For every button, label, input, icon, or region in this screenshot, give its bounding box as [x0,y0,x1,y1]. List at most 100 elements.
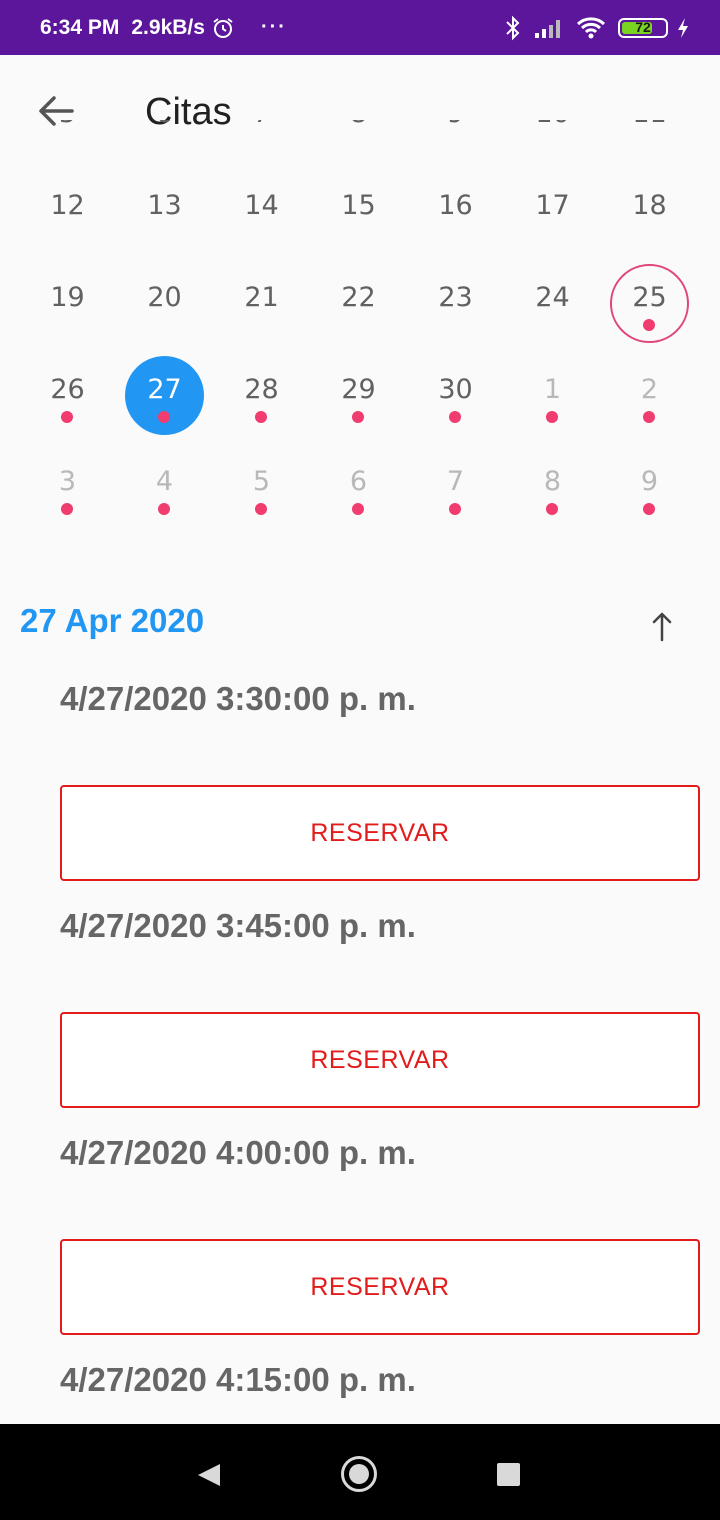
calendar-day-number: 23 [438,282,473,313]
calendar-day-number: 20 [147,282,182,313]
calendar-day[interactable]: 14 [213,166,310,258]
calendar-day[interactable]: 5 [19,120,116,166]
calendar-day[interactable]: 20 [116,258,213,350]
calendar-day-number: 7 [213,120,310,129]
calendar-day[interactable]: 11 [601,120,698,166]
event-dot [255,411,267,423]
calendar-day-number: 16 [438,190,473,221]
calendar-day-number: 29 [341,374,376,405]
nav-recents-icon[interactable] [497,1463,520,1486]
calendar-day[interactable]: 6 [310,442,407,534]
calendar-day[interactable]: 12 [19,166,116,258]
calendar-day[interactable]: 7 [407,442,504,534]
calendar-day-number: 28 [244,374,279,405]
status-bar: 6:34 PM 2.9kB/s ··· 72 [0,0,720,55]
nav-back-icon[interactable] [196,1462,222,1488]
calendar-day[interactable]: 15 [310,166,407,258]
calendar-day-number: 5 [19,120,116,129]
arrow-upward-icon[interactable] [645,606,679,646]
calendar-week: 567891011 [19,120,699,166]
battery-level: 72 [635,18,651,35]
calendar-day[interactable]: 9 [601,442,698,534]
calendar-week: 19 20 21 22 23 24 25 [19,258,699,350]
reserve-button[interactable]: RESERVAR [60,1012,700,1108]
wifi-icon [576,16,606,40]
alarm-icon [211,16,235,40]
calendar-day[interactable]: 5 [213,442,310,534]
calendar-day-number: 19 [50,282,85,313]
calendar-week: 12 13 14 15 16 17 18 [19,166,699,258]
calendar-day[interactable]: 26 [19,350,116,442]
reserve-button[interactable]: RESERVAR [60,1239,700,1335]
status-network-speed: 2.9kB/s [131,15,205,39]
calendar-day-number: 8 [543,466,562,497]
event-dot [352,411,364,423]
calendar-day[interactable]: 6 [116,120,213,166]
slot-time: 4/27/2020 3:30:00 p. m. [60,680,416,717]
system-nav-bar [0,1424,720,1520]
event-dot [255,503,267,515]
calendar-week: 26 27 28 29 30 1 2 [19,350,699,442]
event-dot [643,411,655,423]
calendar-day[interactable]: 23 [407,258,504,350]
reserve-button[interactable]: RESERVAR [60,785,700,881]
calendar-day[interactable]: 16 [407,166,504,258]
slot-time: 4/27/2020 4:00:00 p. m. [60,1134,416,1171]
calendar-day-number: 3 [58,466,77,497]
calendar-day[interactable]: 17 [504,166,601,258]
calendar-day-number: 2 [640,374,659,405]
calendar-day[interactable]: 18 [601,166,698,258]
calendar-day[interactable]: 27 [116,350,213,442]
calendar-day-number: 21 [244,282,279,313]
calendar-day-number: 30 [438,374,473,405]
calendar-day-number: 6 [349,466,368,497]
calendar-day-number: 22 [341,282,376,313]
selected-date-label: 27 Apr 2020 [20,602,205,639]
slot-time: 4/27/2020 4:15:00 p. m. [60,1361,416,1398]
calendar-day[interactable]: 7 [213,120,310,166]
month-calendar: 5678910111213141516171819202122232425262… [0,120,720,590]
calendar-day-number: 27 [147,374,182,405]
calendar-day[interactable]: 10 [504,120,601,166]
calendar-day[interactable]: 8 [504,442,601,534]
calendar-day-number: 5 [252,466,271,497]
nav-home-icon[interactable] [341,1456,377,1492]
calendar-day[interactable]: 29 [310,350,407,442]
event-dot [546,503,558,515]
event-dot [449,503,461,515]
calendar-day-number: 14 [244,190,279,221]
charging-icon [676,17,690,39]
calendar-day[interactable]: 3 [19,442,116,534]
calendar-day[interactable]: 13 [116,166,213,258]
status-time: 6:34 PM [40,15,120,39]
calendar-day[interactable]: 4 [116,442,213,534]
calendar-day[interactable]: 24 [504,258,601,350]
event-dot [546,411,558,423]
more-notifications-icon: ··· [260,16,287,38]
event-dot [643,503,655,515]
calendar-day-number: 10 [504,120,601,129]
calendar-day[interactable]: 21 [213,258,310,350]
calendar-day[interactable]: 8 [310,120,407,166]
calendar-day-number: 13 [147,190,182,221]
calendar-day-number: 18 [632,190,667,221]
calendar-day[interactable]: 28 [213,350,310,442]
calendar-day[interactable]: 9 [407,120,504,166]
calendar-day[interactable]: 22 [310,258,407,350]
calendar-day-number: 25 [632,282,667,313]
event-dot [643,319,655,331]
calendar-day-number: 6 [116,120,213,129]
calendar-week: 3 4 5 6 7 8 9 [19,442,699,534]
calendar-day-number: 9 [407,120,504,129]
calendar-day-number: 8 [310,120,407,129]
calendar-day-number: 26 [50,374,85,405]
calendar-day-number: 11 [601,120,698,129]
calendar-day[interactable]: 30 [407,350,504,442]
calendar-day[interactable]: 19 [19,258,116,350]
event-dot [61,411,73,423]
calendar-day[interactable]: 1 [504,350,601,442]
calendar-day[interactable]: 25 [601,258,698,350]
calendar-day-number: 4 [155,466,174,497]
calendar-day[interactable]: 2 [601,350,698,442]
slot-time: 4/27/2020 3:45:00 p. m. [60,907,416,944]
